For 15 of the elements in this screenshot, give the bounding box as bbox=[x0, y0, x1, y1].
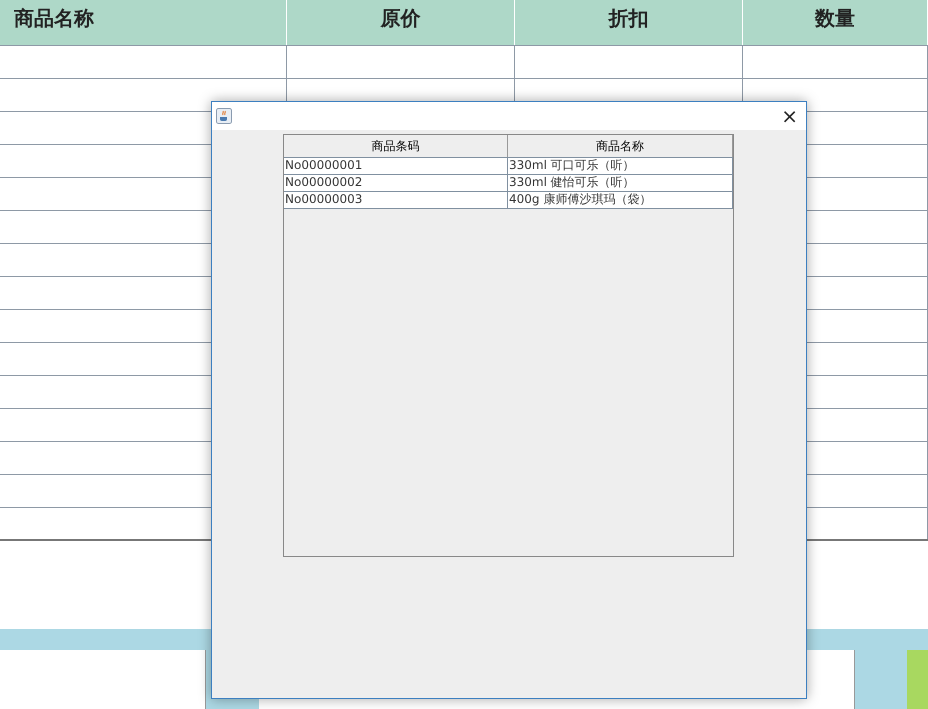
close-button[interactable]: × bbox=[777, 106, 802, 126]
table-cell: No00000003 bbox=[284, 192, 508, 208]
cup-icon bbox=[216, 108, 232, 124]
table-cell: No00000001 bbox=[284, 158, 508, 174]
column-header: 数量 bbox=[743, 0, 928, 45]
column-header: 原价 bbox=[287, 0, 515, 45]
side-strip bbox=[907, 650, 928, 709]
table-cell: 330ml 可口可乐（听） bbox=[508, 158, 733, 174]
column-header[interactable]: 商品名称 bbox=[508, 135, 733, 157]
column-header: 折扣 bbox=[515, 0, 743, 45]
column-header[interactable]: 商品条码 bbox=[284, 135, 508, 157]
table-cell: No00000002 bbox=[284, 175, 508, 191]
table-cell: 400g 康师傅沙琪玛（袋） bbox=[508, 192, 733, 208]
table-cell: 330ml 健怡可乐（听） bbox=[508, 175, 733, 191]
column-header: 商品名称 bbox=[0, 0, 287, 45]
